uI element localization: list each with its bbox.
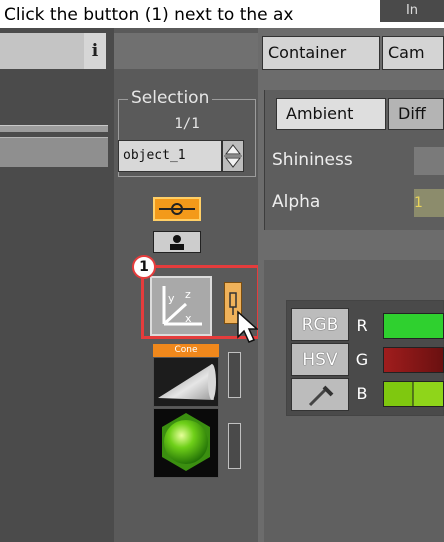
alpha-label: Alpha — [272, 192, 321, 212]
material-slot[interactable] — [228, 423, 241, 469]
channel-g-slider[interactable] — [383, 347, 444, 373]
tab-container[interactable]: Container — [262, 36, 380, 70]
cone-thumbnail[interactable] — [153, 357, 219, 407]
top-tab-fragment[interactable]: In — [380, 0, 444, 22]
sphere-thumbnail[interactable] — [153, 408, 219, 478]
shininess-field[interactable] — [414, 147, 444, 175]
selection-title: Selection — [128, 86, 213, 110]
eyedropper-button[interactable] — [291, 378, 349, 411]
spin-down-icon — [224, 157, 242, 168]
person-icon — [170, 235, 184, 250]
callout-badge: 1 — [132, 255, 156, 279]
left-scroll-bar[interactable] — [0, 125, 108, 132]
camera-link-icon — [159, 203, 195, 215]
left-list-row[interactable] — [0, 137, 108, 167]
eyedropper-icon — [308, 385, 334, 407]
info-icon[interactable]: i — [84, 33, 106, 69]
hsv-mode-button[interactable]: HSV — [291, 343, 349, 376]
channel-r-label: R — [356, 316, 368, 335]
spin-up-icon[interactable] — [223, 141, 243, 171]
object-column-header — [114, 33, 258, 69]
tab-diffuse[interactable]: Diff — [388, 98, 444, 130]
cone-label: Cone — [153, 344, 219, 357]
channel-g-label: G — [355, 350, 369, 369]
material-slot[interactable] — [228, 352, 241, 398]
alpha-field[interactable]: 1 — [414, 189, 444, 217]
tab-ambient[interactable]: Ambient — [276, 98, 386, 130]
rgb-mode-button[interactable]: RGB — [291, 308, 349, 341]
channel-b-slider[interactable] — [383, 381, 444, 407]
channel-b-label: B — [356, 384, 368, 403]
left-panel — [0, 28, 114, 542]
camera-link-button[interactable] — [153, 197, 201, 221]
selection-spinner[interactable] — [222, 140, 244, 172]
selection-count: 1/1 — [174, 116, 200, 132]
shininess-label: Shininess — [272, 150, 353, 170]
instruction-caption: Click the button (1) next to the ax — [0, 0, 444, 30]
channel-r-slider[interactable] — [383, 313, 444, 339]
tab-camera[interactable]: Cam — [382, 36, 444, 70]
selection-object-field[interactable]: object_1 — [118, 140, 222, 172]
person-button[interactable] — [153, 231, 201, 253]
